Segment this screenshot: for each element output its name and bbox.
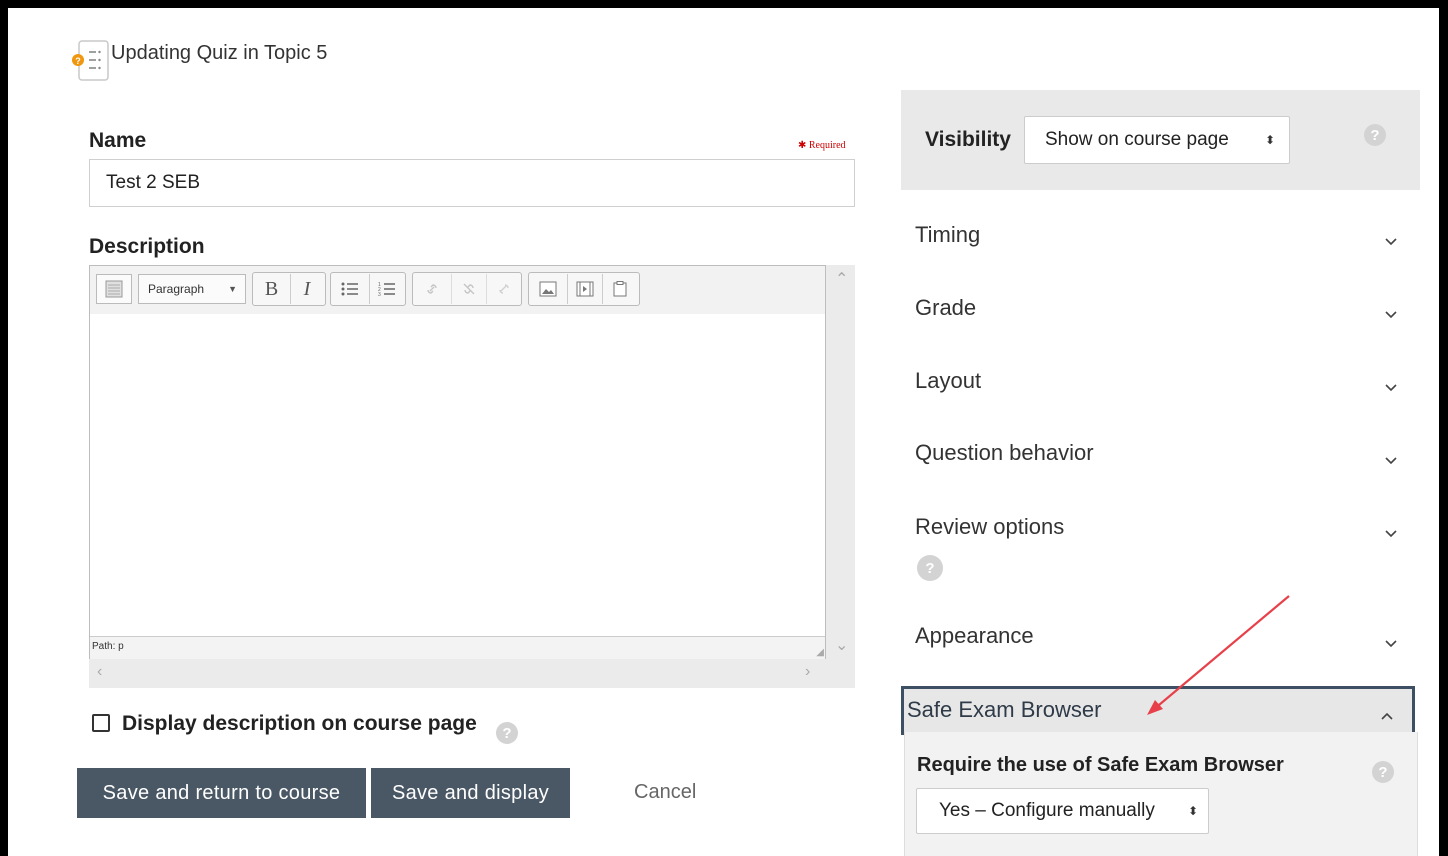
section-layout[interactable]: Layout (915, 368, 981, 394)
italic-icon[interactable]: I (290, 274, 323, 304)
unlink-icon[interactable] (451, 274, 485, 304)
image-icon[interactable] (531, 274, 565, 304)
editor-path-bar: Path: p ◢ (90, 636, 825, 659)
quiz-icon: ? (72, 38, 112, 84)
page-frame: ? Updating Quiz in Topic 5 Name ✱ Requir… (8, 8, 1439, 856)
chevron-up-icon (1381, 707, 1393, 720)
visibility-help-icon[interactable]: ? (1364, 124, 1386, 146)
paragraph-select[interactable]: Paragraph ▼ (138, 274, 246, 304)
section-timing[interactable]: Timing (915, 222, 980, 248)
scroll-down-icon[interactable]: ⌄ (835, 635, 848, 655)
editor-horizontal-scrollbar[interactable]: ‹ › (89, 661, 826, 687)
select-caret-icon: ⬍ (1264, 133, 1275, 147)
seb-settings-panel: Require the use of Safe Exam Browser ? Y… (904, 732, 1418, 856)
editor-vertical-scrollbar[interactable]: ⌃ ⌄ (829, 265, 853, 659)
visibility-select[interactable]: Show on course page ⬍ (1024, 116, 1290, 164)
required-icon: ✱ (798, 140, 807, 151)
svg-text:3: 3 (378, 292, 381, 297)
save-and-return-button[interactable]: Save and return to course (77, 768, 366, 818)
help-icon[interactable]: ? (496, 722, 518, 744)
unordered-list-icon[interactable] (333, 274, 367, 304)
required-indicator: ✱ Required (798, 140, 846, 151)
bold-icon[interactable]: B (255, 274, 288, 304)
section-review-options[interactable]: Review options (915, 514, 1064, 540)
path-text: Path: p (92, 641, 124, 652)
visibility-panel: Visibility Show on course page ⬍ ? (901, 90, 1420, 190)
annotation-arrow (1147, 595, 1290, 715)
cancel-link[interactable]: Cancel (634, 781, 696, 804)
scroll-right-icon[interactable]: › (805, 663, 810, 681)
select-caret-icon: ⬍ (1187, 804, 1198, 818)
require-seb-select[interactable]: Yes – Configure manually ⬍ (916, 788, 1209, 834)
link-icon[interactable] (415, 274, 449, 304)
section-question-behavior[interactable]: Question behavior (915, 440, 1094, 466)
ordered-list-icon[interactable]: 123 (369, 274, 403, 304)
chevron-down-icon[interactable] (1385, 635, 1397, 648)
display-description-checkbox[interactable] (92, 714, 110, 732)
section-grade[interactable]: Grade (915, 295, 976, 321)
chevron-down-icon[interactable] (1385, 306, 1397, 319)
toolbar-toggle-icon[interactable] (96, 274, 132, 304)
name-label: Name (89, 129, 147, 152)
required-label: Required (808, 140, 846, 151)
chevron-down-icon[interactable] (1385, 379, 1397, 392)
require-seb-select-value: Yes – Configure manually (939, 800, 1155, 821)
paragraph-select-value: Paragraph (148, 282, 205, 296)
svg-text:?: ? (75, 56, 81, 66)
save-and-display-button[interactable]: Save and display (371, 768, 570, 818)
require-seb-help-icon[interactable]: ? (1372, 761, 1394, 783)
media-icon[interactable] (567, 274, 601, 304)
visibility-select-value: Show on course page (1045, 129, 1229, 150)
chevron-down-icon[interactable] (1385, 452, 1397, 465)
chevron-down-icon[interactable] (1385, 233, 1397, 246)
chevron-down-icon[interactable] (1385, 525, 1397, 538)
editor-frame: Paragraph ▼ B I 123 Path: p ◢ (89, 265, 826, 659)
description-editor: Paragraph ▼ B I 123 Path: p ◢ ⌃ ⌄ ‹ › (89, 265, 855, 688)
name-input[interactable]: Test 2 SEB (89, 159, 855, 207)
visibility-label: Visibility (925, 128, 1011, 151)
scroll-left-icon[interactable]: ‹ (97, 663, 102, 681)
resize-handle-icon[interactable]: ◢ (816, 647, 824, 658)
display-description-label: Display description on course page (122, 712, 477, 735)
dropdown-arrow-icon: ▼ (228, 284, 237, 294)
page-title: Updating Quiz in Topic 5 (111, 42, 328, 64)
editor-content-area[interactable] (90, 314, 825, 634)
seb-title: Safe Exam Browser (907, 697, 1102, 722)
anchor-icon[interactable] (486, 274, 520, 304)
manage-files-icon[interactable] (602, 274, 636, 304)
section-appearance[interactable]: Appearance (915, 623, 1034, 649)
description-label: Description (89, 235, 205, 258)
require-seb-label: Require the use of Safe Exam Browser (917, 754, 1284, 776)
scroll-up-icon[interactable]: ⌃ (835, 269, 848, 289)
review-options-help-icon[interactable]: ? (917, 555, 943, 581)
editor-toolbar: Paragraph ▼ B I 123 (90, 266, 825, 315)
